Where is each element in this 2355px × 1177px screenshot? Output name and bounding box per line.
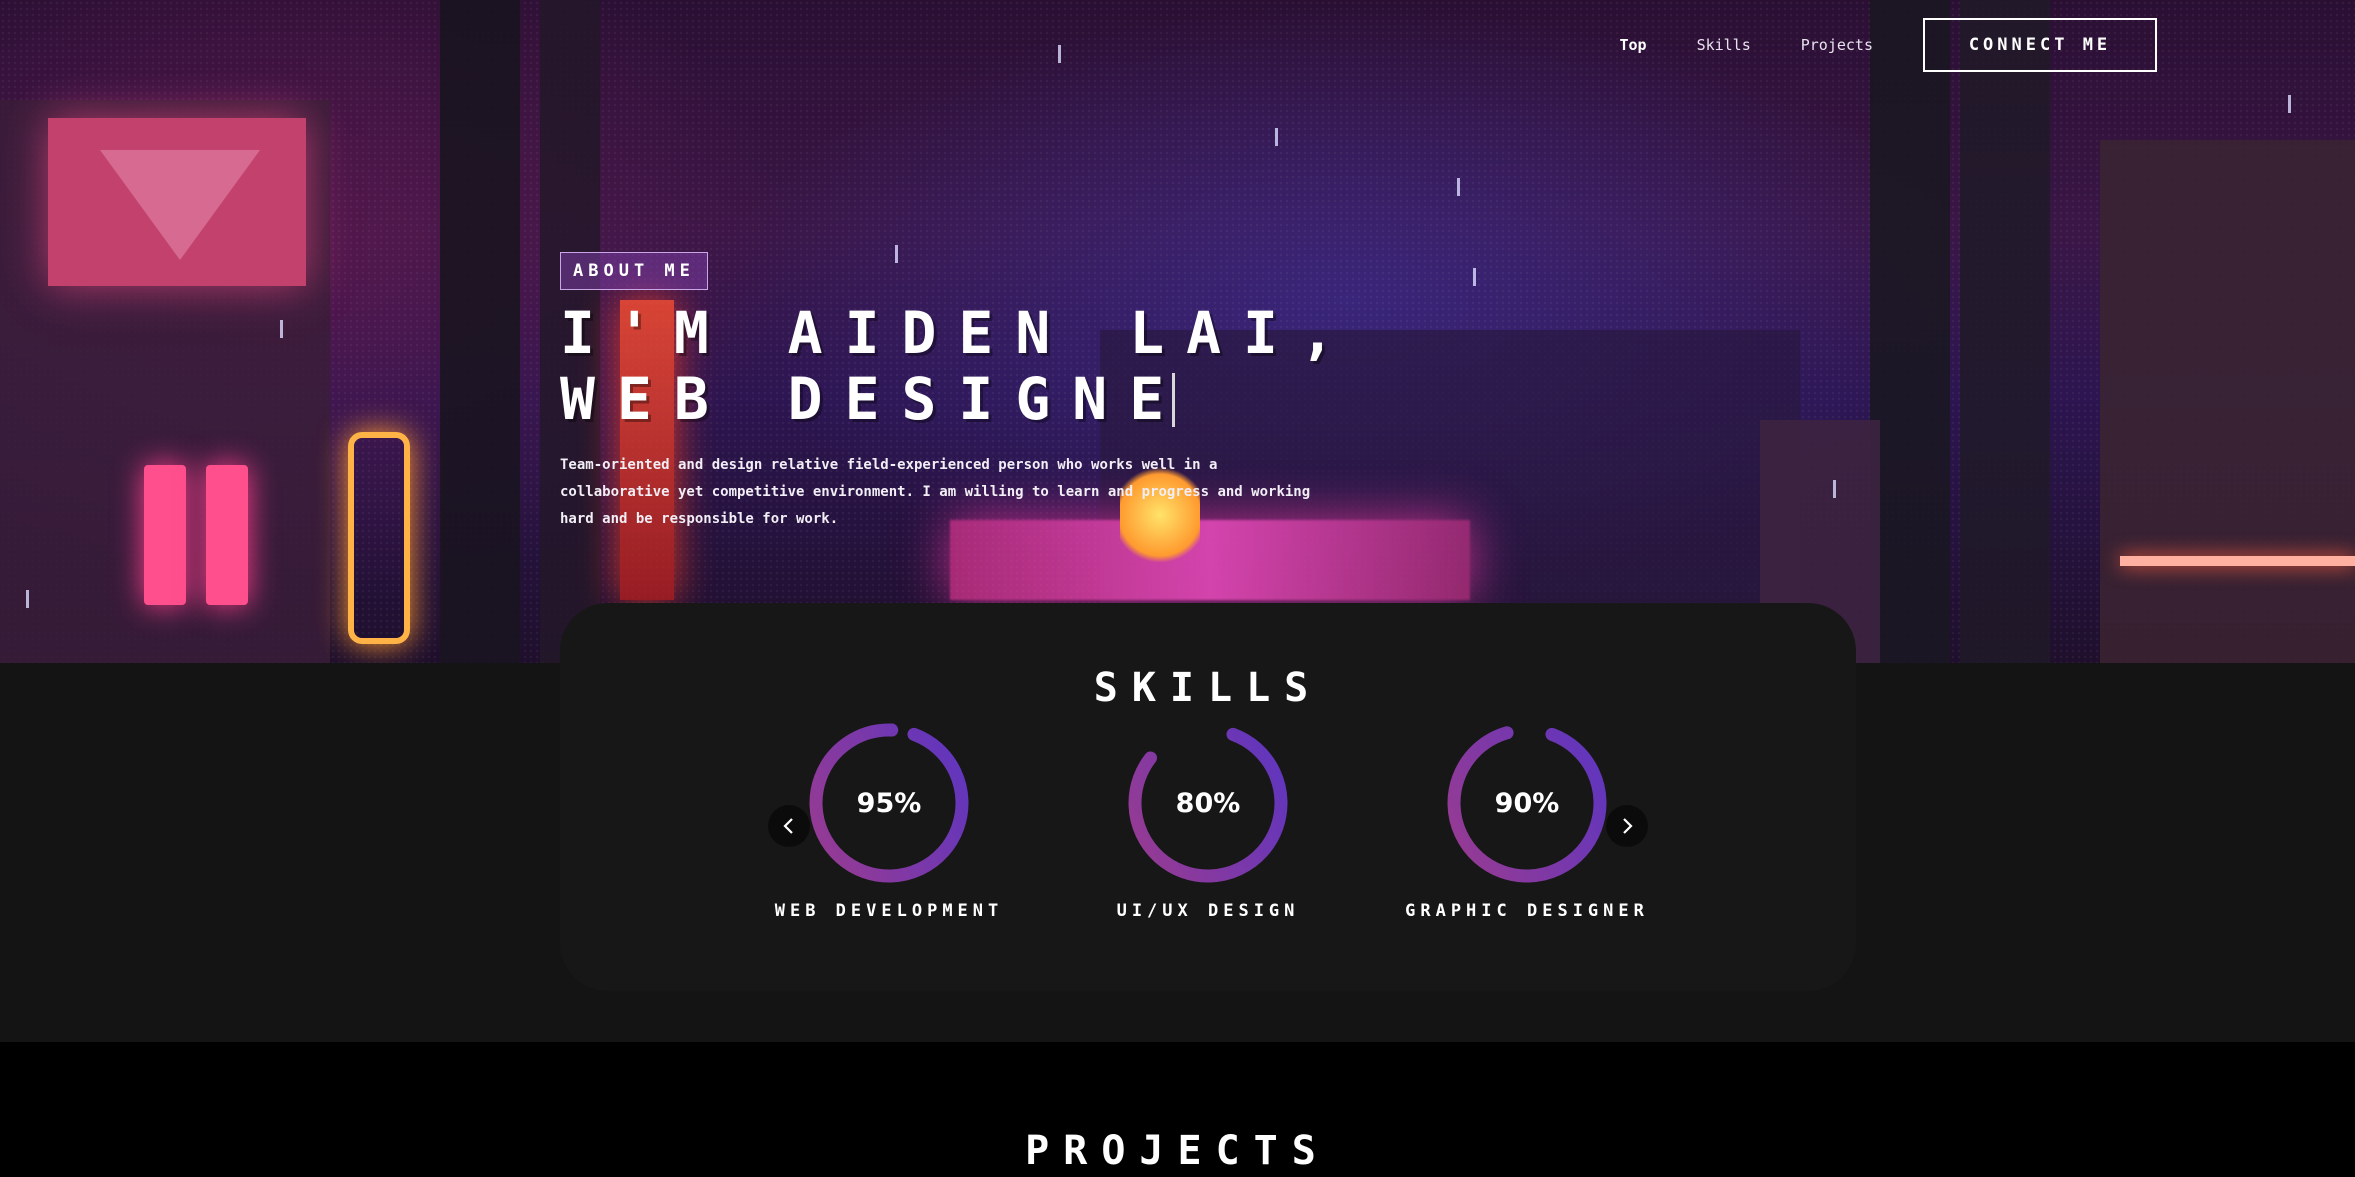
- left-pillar: [440, 0, 520, 663]
- skills-card: SKILLS 95% WEB DEVELOPMENT 80% UI/UX DES…: [560, 603, 1856, 991]
- rain-drop: [1473, 268, 1476, 286]
- about-tag: ABOUT ME: [560, 252, 708, 290]
- right-pillar: [1870, 0, 1950, 663]
- rain-drop: [1833, 480, 1836, 498]
- skill-percent: 90%: [1494, 787, 1560, 819]
- skills-title: SKILLS: [1093, 665, 1323, 711]
- rain-drop: [1457, 178, 1460, 196]
- skill-name: GRAPHIC DESIGNER: [1405, 901, 1649, 921]
- neon-strip: [2120, 556, 2355, 566]
- rain-drop: [1275, 128, 1278, 146]
- about-title: I'M AIDEN LAI, WEB DESIGNE: [560, 300, 1357, 432]
- about-section: ABOUT ME I'M AIDEN LAI, WEB DESIGNE Team…: [560, 252, 1357, 533]
- nav-link-projects[interactable]: Projects: [1801, 36, 1873, 54]
- skill-name: UI/UX DESIGN: [1116, 901, 1300, 921]
- about-title-line2: WEB DESIGNE: [560, 365, 1187, 433]
- neon-bar-sign: [348, 432, 410, 644]
- about-title-line1: I'M AIDEN LAI,: [560, 299, 1357, 367]
- right-building: [2100, 140, 2355, 663]
- rain-drop: [2288, 95, 2291, 113]
- skill-ring: 95%: [807, 721, 971, 885]
- chevron-right-icon: [1623, 818, 1633, 834]
- connect-me-button[interactable]: CONNECT ME: [1923, 18, 2157, 72]
- skill-item: 80% UI/UX DESIGN: [1063, 721, 1353, 921]
- typing-caret: [1172, 373, 1176, 427]
- skills-next-button[interactable]: [1606, 805, 1648, 847]
- projects-title: PROJECTS: [1025, 1128, 1330, 1174]
- skill-name: WEB DEVELOPMENT: [774, 901, 1004, 921]
- about-title-line2-wrap: WEB DESIGNE: [560, 366, 1357, 432]
- page: Top Skills Projects CONNECT ME ABOUT ME …: [0, 0, 2355, 1177]
- vr-sign-1: [144, 465, 186, 605]
- rain-drop: [1058, 45, 1061, 63]
- right-pillar-2: [1960, 0, 2050, 663]
- vr-sign-2: [206, 465, 248, 605]
- about-description: Team-oriented and design relative field-…: [560, 457, 1311, 527]
- rain-drop: [280, 320, 283, 338]
- nav-link-skills[interactable]: Skills: [1697, 36, 1751, 54]
- rain-drop: [26, 590, 29, 608]
- skill-percent: 95%: [856, 787, 922, 819]
- skill-ring: 90%: [1445, 721, 1609, 885]
- skill-ring: 80%: [1126, 721, 1290, 885]
- top-nav: Top Skills Projects CONNECT ME: [1619, 18, 2157, 72]
- billboard-triangle: [100, 150, 260, 260]
- projects-band: PROJECTS: [0, 1042, 2355, 1177]
- skill-percent: 80%: [1175, 787, 1241, 819]
- skill-item: 95% WEB DEVELOPMENT: [744, 721, 1034, 921]
- nav-link-top[interactable]: Top: [1619, 36, 1646, 54]
